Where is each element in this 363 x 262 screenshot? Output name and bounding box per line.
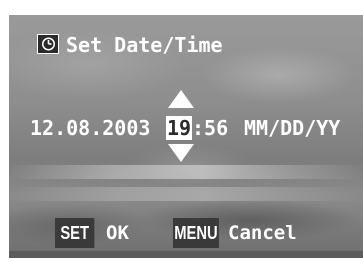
page-title: Set Date/Time <box>66 33 223 57</box>
cloud-band <box>9 165 363 179</box>
cancel-label: Cancel <box>228 222 297 244</box>
camera-screen: Set Date/Time 12.08.2003 19 :56 MM/DD/YY… <box>0 0 363 262</box>
ok-label: OK <box>106 222 129 244</box>
minutes-field[interactable]: :56 <box>192 116 228 140</box>
date-value[interactable]: 12.08.2003 <box>30 116 150 140</box>
arrow-down-icon[interactable] <box>168 144 194 162</box>
lcd-bottom-edge <box>9 251 363 258</box>
hour-field[interactable]: 19 <box>166 116 193 140</box>
arrow-up-icon[interactable] <box>168 90 194 108</box>
clock-icon <box>37 34 59 54</box>
set-button[interactable]: SET <box>55 218 95 248</box>
cloud-band <box>9 187 363 201</box>
menu-button[interactable]: MENU <box>173 218 219 248</box>
date-format-label: MM/DD/YY <box>244 116 341 140</box>
